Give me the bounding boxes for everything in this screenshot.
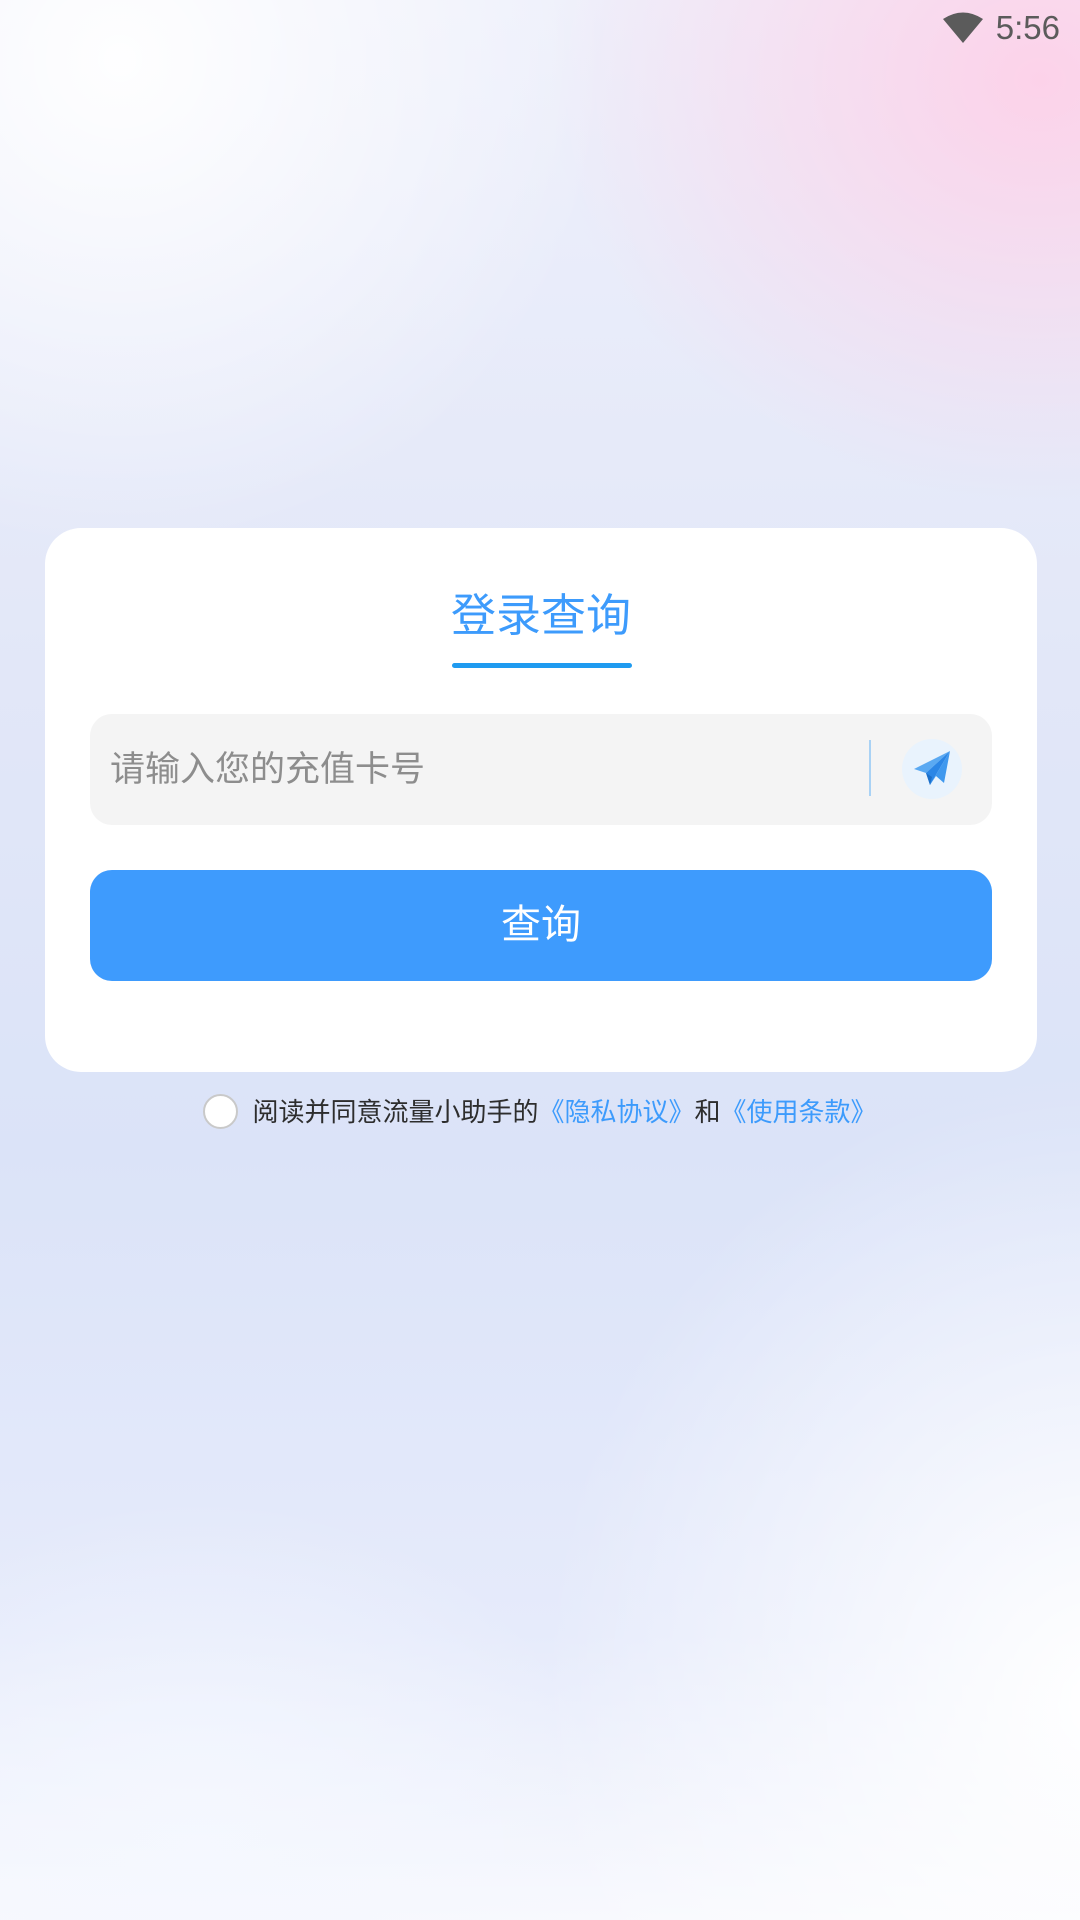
paper-plane-icon xyxy=(914,751,950,785)
agreement-text: 阅读并同意流量小助手的 xyxy=(252,1098,539,1128)
card-number-input[interactable] xyxy=(110,714,710,825)
agree-checkbox[interactable] xyxy=(203,1094,239,1129)
tab-active-indicator xyxy=(452,663,632,668)
send-button[interactable] xyxy=(902,739,962,799)
privacy-policy-link[interactable]: 《隐私协议》 xyxy=(538,1098,694,1128)
input-divider xyxy=(869,740,871,796)
login-card: 登录查询 查询 xyxy=(45,528,1037,1072)
terms-of-use-link[interactable]: 《使用条款》 xyxy=(721,1098,877,1128)
agreement-row: 阅读并同意流量小助手的《隐私协议》和《使用条款》 xyxy=(0,1090,1080,1136)
tab-login-query[interactable]: 登录查询 xyxy=(45,586,1037,646)
agreement-connector: 和 xyxy=(694,1098,721,1128)
card-number-field xyxy=(90,714,992,825)
status-time: 5:56 xyxy=(995,9,1060,46)
wifi-icon xyxy=(943,12,983,43)
query-button[interactable]: 查询 xyxy=(90,870,992,981)
status-bar: 5:56 xyxy=(0,0,1080,56)
